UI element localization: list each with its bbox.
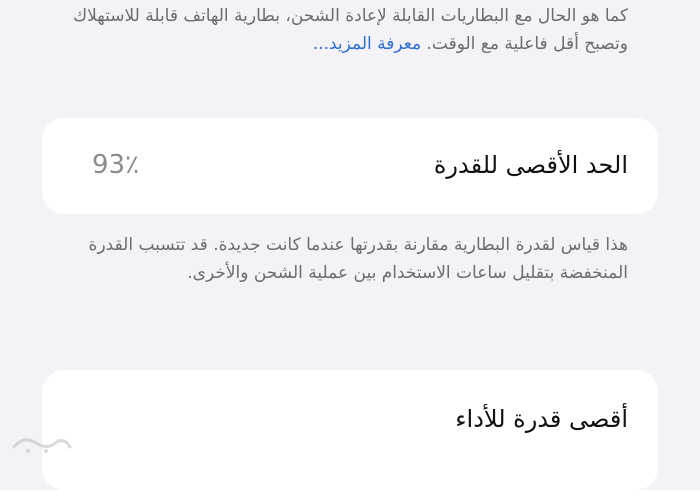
maximum-capacity-description: هذا قياس لقدرة البطارية مقارنة بقدرتها ع… xyxy=(88,235,628,283)
watermark-logo-icon xyxy=(12,438,72,453)
battery-intro-text: كما هو الحال مع البطاريات القابلة لإعادة… xyxy=(60,2,628,58)
learn-more-link[interactable]: معرفة المزيد... xyxy=(313,34,421,54)
peak-performance-label: أقصى قدرة للأداء xyxy=(455,405,628,433)
peak-performance-row[interactable]: أقصى قدرة للأداء xyxy=(42,370,658,490)
maximum-capacity-row: الحد الأقصى للقدرة 93٪ xyxy=(42,118,658,214)
maximum-capacity-label: الحد الأقصى للقدرة xyxy=(433,151,628,179)
maximum-capacity-value: 93٪ xyxy=(92,150,140,180)
